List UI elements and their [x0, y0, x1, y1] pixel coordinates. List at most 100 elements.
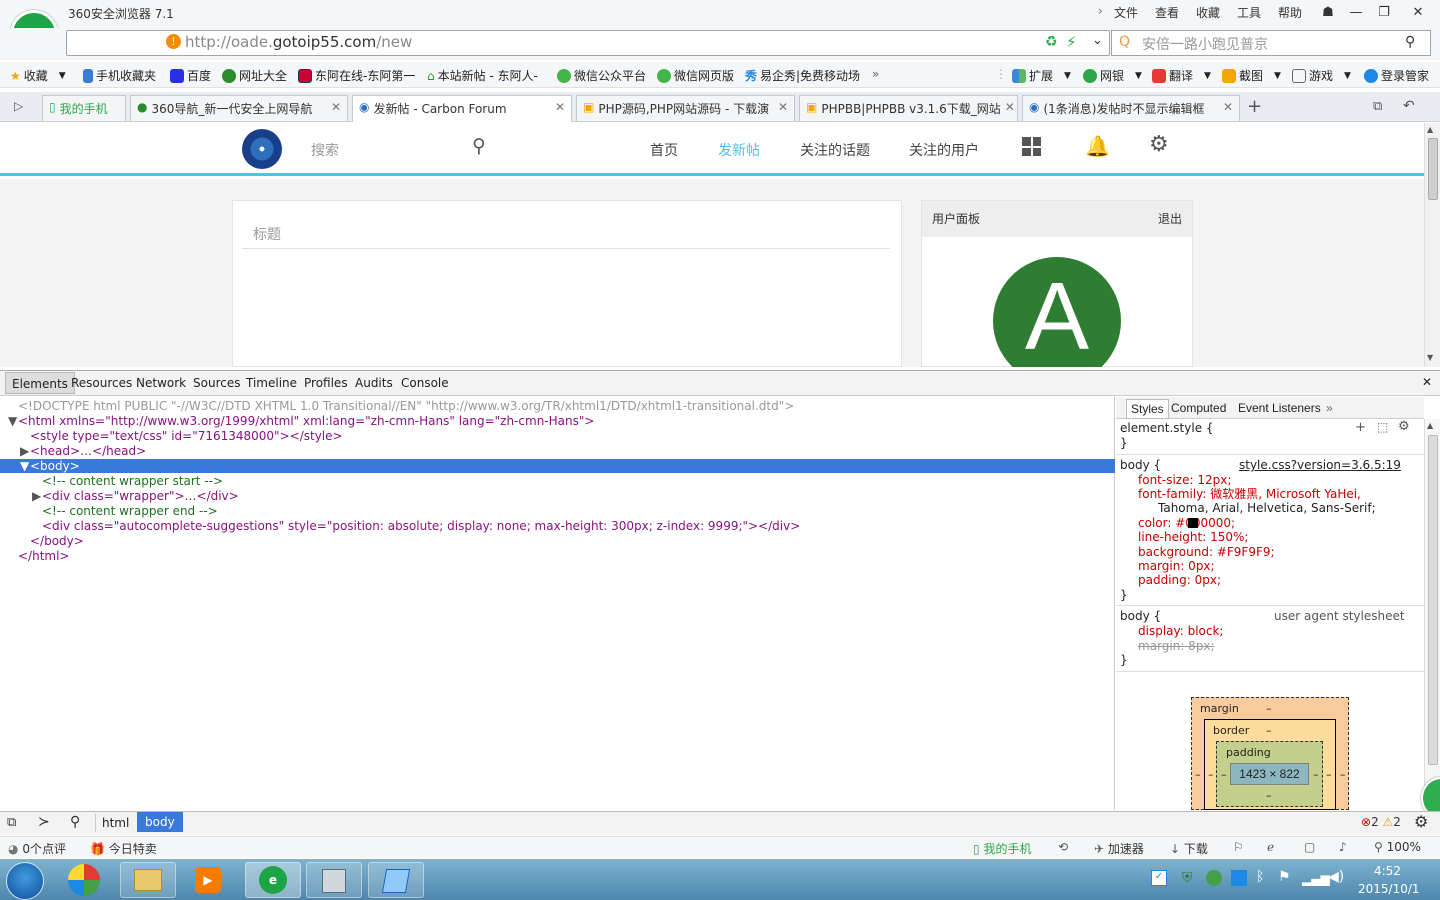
flag-icon[interactable]: ⚐: [1233, 840, 1244, 854]
reviews-count[interactable]: ◕ 0个点评: [8, 840, 66, 857]
close-devtools-icon[interactable]: ✕: [1422, 375, 1432, 389]
tray-network-icon[interactable]: ▂▄▆: [1302, 872, 1330, 886]
scrollbar-thumb[interactable]: [1428, 435, 1438, 765]
expand-arrow-icon[interactable]: ▼: [8, 414, 17, 429]
console-drawer-icon[interactable]: ≻: [38, 814, 50, 830]
tray-360-icon[interactable]: [1206, 870, 1222, 886]
browser-taskbar-button[interactable]: e: [245, 862, 301, 898]
tray-bluetooth-icon[interactable]: ᛒ: [1256, 869, 1264, 885]
sidebar-tab-event-listeners[interactable]: Event Listeners: [1238, 401, 1321, 415]
sidebar-toggle-icon[interactable]: ▷: [14, 99, 23, 113]
sound-icon[interactable]: ♪: [1339, 840, 1347, 854]
body-selector[interactable]: body {: [1120, 609, 1161, 624]
search-icon[interactable]: ⚲: [1405, 34, 1415, 50]
menu-view[interactable]: 查看: [1155, 4, 1179, 21]
start-button[interactable]: [6, 862, 44, 900]
dashboard-icon[interactable]: [1022, 137, 1041, 156]
style-font-size[interactable]: font-size: 12px;: [1138, 473, 1231, 488]
new-tab-button[interactable]: +: [1247, 96, 1262, 117]
close-tab-icon[interactable]: ✕: [778, 100, 788, 121]
add-rule-icon[interactable]: +: [1355, 420, 1366, 435]
style-ua-margin[interactable]: margin: 8px;: [1138, 639, 1215, 654]
breadcrumb-html[interactable]: html: [95, 814, 135, 832]
dom-body-close[interactable]: </body>: [30, 534, 84, 549]
zoom-level[interactable]: ⚲ 100%: [1374, 840, 1421, 854]
devtools-tab-console[interactable]: Console: [401, 376, 449, 390]
tab-php-source[interactable]: ▣ PHP源码,PHP网站源码 - 下载演 ✕: [576, 95, 795, 121]
menu-favorites[interactable]: 收藏: [1196, 4, 1220, 21]
avatar[interactable]: A: [993, 257, 1121, 367]
style-color[interactable]: color: #000000;: [1138, 516, 1235, 531]
menu-tools[interactable]: 工具: [1237, 4, 1261, 21]
dom-html[interactable]: <html xmlns="http://www.w3.org/1999/xhtm…: [18, 414, 594, 429]
daily-deals[interactable]: 🎁 今日特卖: [90, 840, 157, 857]
bookmark-wechat-web[interactable]: 微信网页版: [657, 67, 734, 84]
logout-link[interactable]: 退出: [1158, 210, 1182, 227]
page-scrollbar[interactable]: ▲ ▼: [1424, 123, 1440, 367]
url-dropdown-icon[interactable]: ⌄: [1092, 33, 1103, 48]
warning-icon[interactable]: !: [166, 34, 181, 49]
collapse-arrow-icon[interactable]: ▶: [32, 489, 41, 504]
bookmark-eqxiu[interactable]: 秀易企秀|免费移动场: [745, 67, 860, 84]
tray-flag-icon[interactable]: ⚑: [1278, 869, 1291, 885]
nav-followed-topics[interactable]: 关注的话题: [800, 140, 870, 160]
menu-help[interactable]: 帮助: [1278, 4, 1302, 21]
devtools-tab-profiles[interactable]: Profiles: [304, 376, 348, 390]
search-placeholder[interactable]: 安倍一路小跑见普京: [1142, 34, 1268, 54]
close-tab-icon[interactable]: ✕: [331, 100, 341, 121]
scroll-down-icon[interactable]: ▼: [1427, 353, 1433, 362]
tab-360-nav[interactable]: ● 360导航_新一代安全上网导航 ✕: [130, 95, 348, 121]
menu-file[interactable]: 文件: [1114, 4, 1138, 21]
nav-followed-users[interactable]: 关注的用户: [909, 140, 979, 160]
tab-csdn-message[interactable]: ◉ (1条消息)发帖时不显示编辑框 ✕: [1022, 95, 1240, 121]
dock-icon[interactable]: ⧉: [7, 815, 16, 830]
tray-shield-icon[interactable]: ⛨: [1182, 870, 1193, 886]
body-selector[interactable]: body {: [1120, 458, 1161, 473]
settings-gear-icon[interactable]: ⚙: [1414, 812, 1428, 831]
bookmark-url-directory[interactable]: 网址大全: [222, 67, 287, 84]
box-model-content[interactable]: 1423 × 822: [1230, 763, 1309, 785]
close-window-button[interactable]: ✕: [1405, 2, 1431, 22]
menu-chevron-icon[interactable]: ›: [1098, 4, 1103, 18]
close-tab-icon[interactable]: ✕: [555, 100, 565, 122]
tool-screenshot[interactable]: 截图 ▼: [1222, 67, 1281, 84]
site-logo-icon[interactable]: [242, 129, 282, 169]
bell-icon[interactable]: 🔔: [1085, 134, 1110, 158]
more-tabs-icon[interactable]: »: [1326, 401, 1333, 415]
site-search-input[interactable]: 搜索: [311, 140, 339, 160]
status-my-phone[interactable]: ▯ 我的手机: [973, 840, 1031, 857]
minimize-button[interactable]: —: [1343, 2, 1369, 22]
tool-extensions[interactable]: 扩展 ▼: [1012, 67, 1071, 84]
dom-autocomplete[interactable]: <div class="autocomplete-suggestions" st…: [42, 519, 800, 534]
devtools-tab-elements[interactable]: Elements: [5, 372, 75, 394]
clock-time[interactable]: 4:52: [1374, 864, 1401, 878]
bookmark-favorites[interactable]: ★ 收藏 ▼: [10, 67, 66, 84]
style-margin[interactable]: margin: 0px;: [1138, 559, 1215, 574]
tool-ebank[interactable]: 网银 ▼: [1083, 67, 1142, 84]
sidebar-tab-computed[interactable]: Computed: [1171, 401, 1226, 415]
element-state-icon[interactable]: ⬚: [1377, 420, 1388, 435]
devtools-tab-sources[interactable]: Sources: [193, 376, 240, 390]
tool-translate[interactable]: 翻译 ▼: [1152, 67, 1211, 84]
devtools-tab-audits[interactable]: Audits: [355, 376, 393, 390]
scrollbar-thumb[interactable]: [1428, 138, 1438, 200]
devtools-tab-timeline[interactable]: Timeline: [246, 376, 297, 390]
collapse-arrow-icon[interactable]: ▶: [20, 444, 29, 459]
style-background[interactable]: background: #F9F9F9;: [1138, 545, 1275, 560]
style-font-family[interactable]: font-family: 微软雅黑, Microsoft YaHei,: [1138, 487, 1361, 502]
devtools-tab-resources[interactable]: Resources: [71, 376, 132, 390]
dom-comment[interactable]: <!-- content wrapper end -->: [42, 504, 218, 519]
recycle-icon[interactable]: ♻: [1045, 34, 1058, 50]
window-icon[interactable]: ▢: [1304, 840, 1315, 854]
sidebar-tab-styles[interactable]: Styles: [1126, 399, 1169, 419]
style-line-height[interactable]: line-height: 150%;: [1138, 530, 1248, 545]
nav-home[interactable]: 首页: [650, 140, 678, 160]
expand-arrow-icon[interactable]: ▼: [20, 459, 29, 474]
explorer-taskbar-button[interactable]: [120, 862, 176, 898]
error-count[interactable]: ⊗2 ⚠2: [1361, 815, 1401, 829]
url-text[interactable]: http://oade.gotoip55.com/new: [185, 33, 412, 51]
search-engine-icon[interactable]: Q: [1119, 34, 1130, 50]
tool-games[interactable]: 游戏 ▼: [1292, 67, 1351, 84]
breadcrumb-body[interactable]: body: [137, 812, 183, 832]
tab-my-phone[interactable]: ▯ 我的手机: [42, 95, 126, 121]
